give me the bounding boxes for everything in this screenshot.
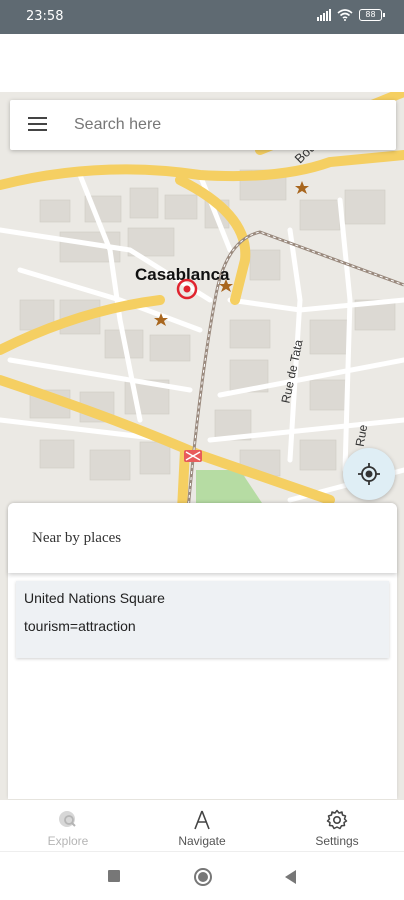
navigate-icon xyxy=(194,810,210,830)
nav-label-navigate: Navigate xyxy=(178,834,226,848)
list-item[interactable]: United Nations Square tourism=attraction xyxy=(16,581,389,658)
back-icon[interactable] xyxy=(283,869,297,885)
settings-icon xyxy=(326,809,348,830)
recents-icon[interactable] xyxy=(107,869,121,883)
place-tag: tourism=attraction xyxy=(24,618,136,634)
home-icon[interactable] xyxy=(193,867,213,887)
my-location-button[interactable] xyxy=(343,448,395,500)
search-bar xyxy=(10,100,396,150)
status-bar: 23:58 88 xyxy=(0,0,404,34)
signal-icon xyxy=(317,9,331,21)
status-time: 23:58 xyxy=(26,9,64,24)
nearby-places-title: Near by places xyxy=(32,530,122,546)
nav-item-explore[interactable]: Explore xyxy=(23,804,113,850)
menu-icon[interactable] xyxy=(28,116,48,132)
nav-label-settings: Settings xyxy=(315,834,359,848)
bottom-navigation: Explore Navigate Settings xyxy=(0,800,404,852)
railway-crossing-icon xyxy=(184,450,202,462)
nav-item-settings[interactable]: Settings xyxy=(292,804,382,850)
wifi-icon xyxy=(337,9,353,21)
search-input[interactable] xyxy=(74,110,374,140)
crosshair-icon xyxy=(358,463,380,485)
place-name: United Nations Square xyxy=(24,590,165,606)
nearby-places-header: Near by places xyxy=(8,503,397,573)
explore-icon xyxy=(59,811,76,827)
status-icons: 88 xyxy=(317,9,385,21)
system-navigation-bar xyxy=(0,852,404,900)
nav-item-navigate[interactable]: Navigate xyxy=(157,804,247,850)
battery-icon: 88 xyxy=(359,9,385,21)
nav-label-explore: Explore xyxy=(47,834,89,848)
nearby-places-sheet[interactable]: Near by places United Nations Square tou… xyxy=(8,503,397,799)
